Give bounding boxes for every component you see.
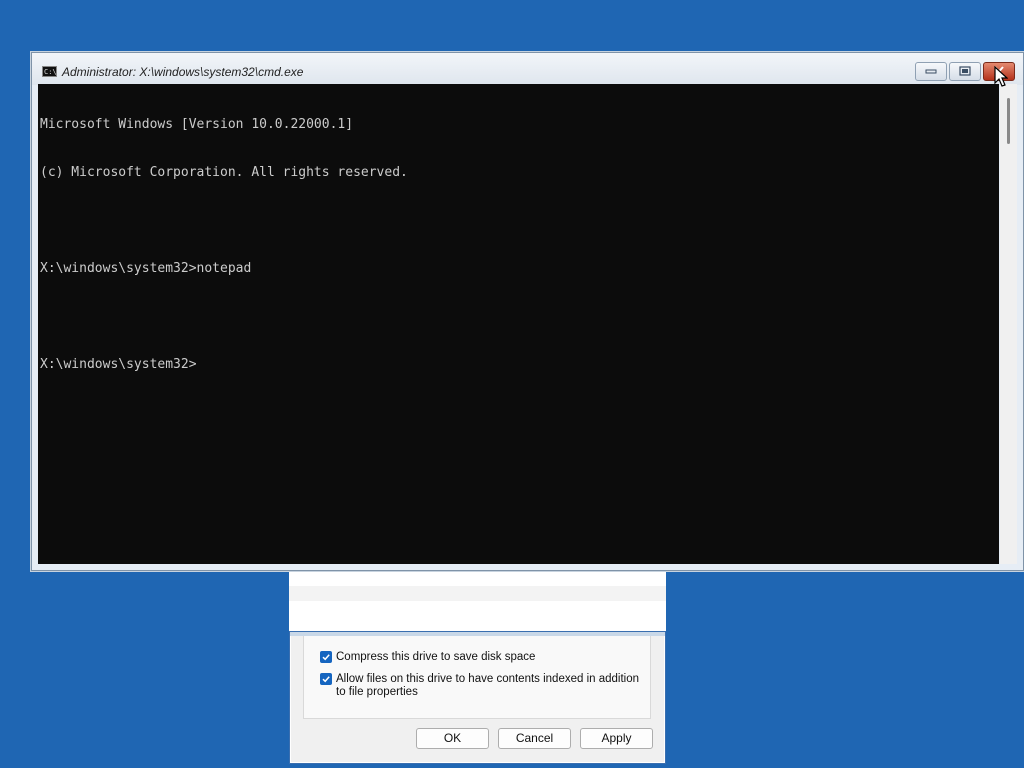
console-line: X:\windows\system32>notepad bbox=[40, 261, 252, 276]
console-prompt-line: X:\windows\system32> bbox=[40, 357, 197, 372]
maximize-button[interactable] bbox=[949, 62, 981, 81]
console-line: (c) Microsoft Corporation. All rights re… bbox=[40, 165, 408, 180]
window-title: Administrator: X:\windows\system32\cmd.e… bbox=[62, 65, 304, 79]
properties-options-panel: Compress this drive to save disk space A… bbox=[303, 636, 651, 719]
vertical-scrollbar[interactable] bbox=[1000, 84, 1017, 564]
index-label-line2: to file properties bbox=[336, 686, 418, 698]
properties-dialog-upper-area bbox=[289, 571, 666, 633]
minimize-button[interactable] bbox=[915, 62, 947, 81]
maximize-icon bbox=[959, 66, 971, 76]
properties-dialog: Compress this drive to save disk space A… bbox=[289, 631, 666, 764]
cmd-titlebar[interactable]: C:\ Administrator: X:\windows\system32\c… bbox=[32, 53, 1023, 85]
cmd-window: C:\ Administrator: X:\windows\system32\c… bbox=[31, 52, 1024, 571]
dialog-button-row: OK Cancel Apply bbox=[416, 728, 653, 749]
mouse-pointer-icon bbox=[994, 66, 1008, 87]
console-line: Microsoft Windows [Version 10.0.22000.1] bbox=[40, 117, 354, 132]
index-checkbox[interactable] bbox=[320, 673, 332, 685]
checkmark-icon bbox=[322, 676, 330, 683]
index-label: Allow files on this drive to have conten… bbox=[336, 673, 639, 699]
compress-option[interactable]: Compress this drive to save disk space bbox=[320, 651, 535, 664]
scrollbar-thumb[interactable] bbox=[1007, 98, 1010, 144]
minimize-icon bbox=[925, 69, 937, 74]
index-option[interactable]: Allow files on this drive to have conten… bbox=[320, 673, 639, 699]
apply-button[interactable]: Apply bbox=[580, 728, 653, 749]
compress-checkbox[interactable] bbox=[320, 651, 332, 663]
ok-button[interactable]: OK bbox=[416, 728, 489, 749]
cancel-button[interactable]: Cancel bbox=[498, 728, 571, 749]
compress-label: Compress this drive to save disk space bbox=[336, 651, 536, 663]
console-output[interactable]: Microsoft Windows [Version 10.0.22000.1]… bbox=[38, 84, 999, 564]
index-label-line1: Allow files on this drive to have conten… bbox=[336, 673, 640, 685]
properties-dialog-stripe bbox=[289, 586, 666, 601]
cmd-app-icon[interactable]: C:\ bbox=[42, 66, 57, 77]
checkmark-icon bbox=[322, 654, 330, 661]
